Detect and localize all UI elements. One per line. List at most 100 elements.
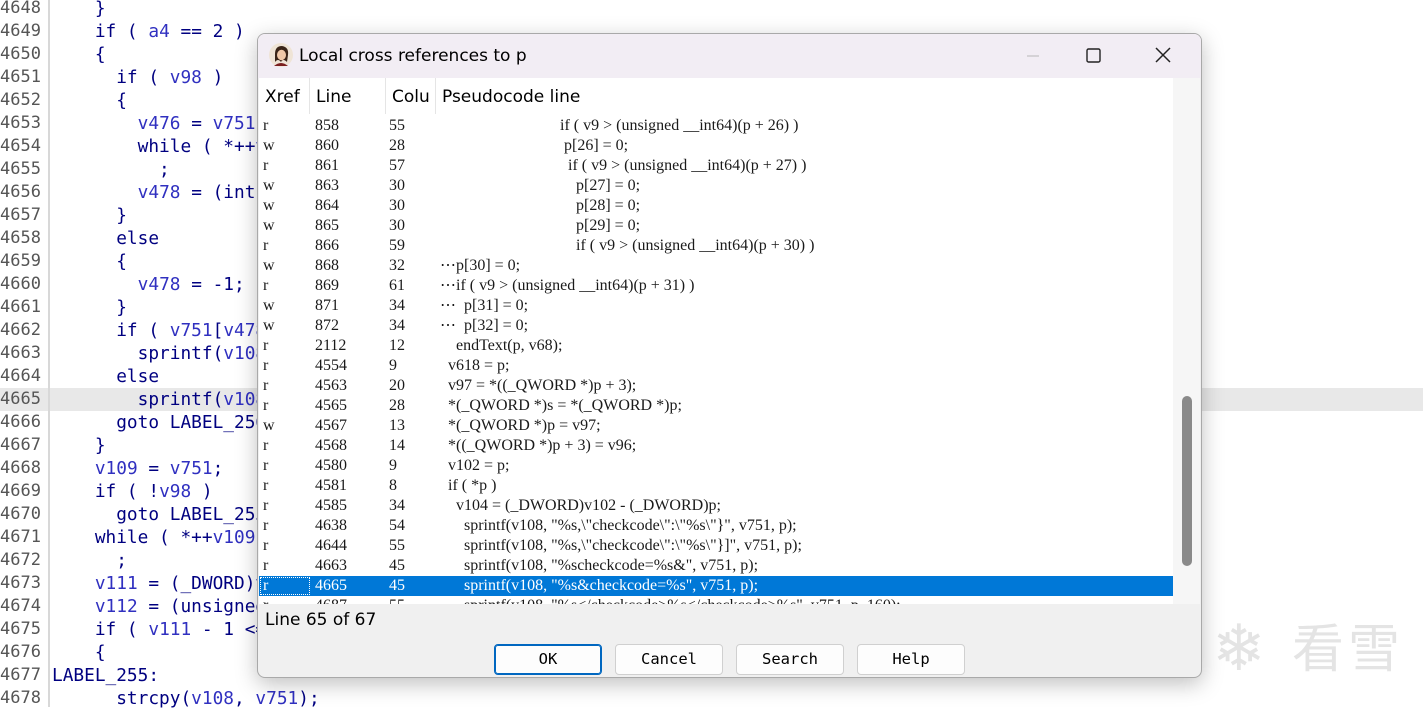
- code-text[interactable]: v478 = (int)v: [52, 181, 277, 204]
- code-text[interactable]: if ( a4 == 2 ): [52, 20, 245, 43]
- maximize-button[interactable]: [1070, 34, 1116, 78]
- pseudocode-cell: v104 = (_DWORD)v102 - (_DWORD)p;: [440, 497, 721, 514]
- code-line[interactable]: 4648 }: [0, 0, 1423, 20]
- pseudocode-cell: endText(p, v68);: [440, 337, 563, 354]
- pseudocode-cell: *(_QWORD *)s = *(_QWORD *)p;: [440, 397, 682, 414]
- xref-type-cell: r: [263, 157, 269, 174]
- code-text[interactable]: if ( v751[v478]: [52, 319, 277, 342]
- column-header-xref[interactable]: Xref: [259, 78, 310, 114]
- xref-row[interactable]: w 871 34 ⋯ p[31] = 0;: [259, 296, 1173, 316]
- code-text[interactable]: goto LABEL_255;: [52, 503, 277, 526]
- xref-type-cell: r: [263, 457, 269, 474]
- code-text[interactable]: goto LABEL_256;: [52, 411, 277, 434]
- xref-row[interactable]: w 865 30 p[29] = 0;: [259, 216, 1173, 236]
- xref-row[interactable]: w 863 30 p[27] = 0;: [259, 176, 1173, 196]
- code-text[interactable]: if ( v98 ): [52, 66, 223, 89]
- line-number: 4661: [0, 297, 41, 317]
- xref-row-selected[interactable]: r 4665 45 sprintf(v108, "%s&checkcode=%s",…: [259, 576, 1173, 596]
- scrollbar-thumb[interactable]: [1182, 396, 1192, 566]
- xref-type-cell: r: [263, 477, 269, 494]
- code-text[interactable]: {: [52, 43, 106, 66]
- xref-type-cell: r: [263, 437, 269, 454]
- search-button[interactable]: Search: [736, 644, 844, 675]
- xref-row[interactable]: r 861 57 if ( v9 > (unsigned __int64)(p + …: [259, 156, 1173, 176]
- xref-row[interactable]: r 4638 54 sprintf(v108, "%s,\"checkcode\":…: [259, 516, 1173, 536]
- pseudocode-cell: if ( v9 > (unsigned __int64)(p + 26) ): [440, 117, 799, 134]
- code-text[interactable]: else: [52, 227, 159, 250]
- xref-row[interactable]: w 4567 13 *(_QWORD *)p = v97;: [259, 416, 1173, 436]
- pseudocode-cell: sprintf(v108, "%s</checkcode>%s</checkco…: [440, 596, 901, 604]
- column-header-pseudocode[interactable]: Pseudocode line: [436, 78, 1173, 114]
- code-text[interactable]: ;: [52, 549, 127, 572]
- line-cell: 4554: [315, 357, 347, 374]
- code-text[interactable]: LABEL_255:: [52, 664, 159, 687]
- xref-type-cell: r: [263, 357, 269, 374]
- line-cell: 865: [315, 217, 339, 234]
- line-number: 4677: [0, 665, 41, 685]
- xref-dialog: Local cross references to p Xref Line Co…: [257, 33, 1202, 678]
- xref-row[interactable]: r 4687 55 sprintf(v108, "%s</checkcode>%s<…: [259, 596, 1173, 604]
- cancel-button[interactable]: Cancel: [615, 644, 723, 675]
- ok-button[interactable]: OK: [494, 644, 602, 675]
- column-cell: 55: [389, 596, 405, 604]
- code-text[interactable]: }: [52, 204, 127, 227]
- vertical-scrollbar[interactable]: [1173, 78, 1200, 604]
- code-text[interactable]: }: [52, 296, 127, 319]
- code-text[interactable]: if ( v111 - 1 <=: [52, 618, 266, 641]
- code-text[interactable]: if ( !v98 ): [52, 480, 213, 503]
- xref-row[interactable]: r 4663 45 sprintf(v108, "%scheckcode=%s&",…: [259, 556, 1173, 576]
- code-text[interactable]: else: [52, 365, 159, 388]
- xref-row[interactable]: w 860 28 p[26] = 0;: [259, 136, 1173, 156]
- line-cell: 4687: [315, 596, 347, 604]
- help-button[interactable]: Help: [857, 644, 965, 675]
- minimize-button[interactable]: [1010, 34, 1056, 78]
- xref-type-cell: w: [263, 137, 275, 154]
- column-header-line[interactable]: Line: [310, 78, 386, 114]
- close-button[interactable]: [1140, 34, 1186, 78]
- xref-row[interactable]: r 869 61 ⋯if ( v9 > (unsigned __int64)(p + …: [259, 276, 1173, 296]
- focus-outline: [260, 577, 310, 595]
- line-number: 4655: [0, 159, 41, 179]
- code-text[interactable]: v111 = (_DWORD)v1: [52, 572, 277, 595]
- code-text[interactable]: while ( *++v4: [52, 135, 277, 158]
- code-text[interactable]: while ( *++v109 ): [52, 526, 277, 549]
- xref-row[interactable]: r 4565 28 *(_QWORD *)s = *(_QWORD *)p;: [259, 396, 1173, 416]
- code-text[interactable]: sprintf(v108,: [52, 388, 277, 411]
- xref-row[interactable]: w 868 32 ⋯p[30] = 0;: [259, 256, 1173, 276]
- code-text[interactable]: ;: [52, 158, 170, 181]
- code-text[interactable]: }: [52, 434, 106, 457]
- column-cell: 34: [389, 497, 405, 514]
- xref-row[interactable]: r 4568 14 *((_QWORD *)p + 3) = v96;: [259, 436, 1173, 456]
- code-text[interactable]: v476 = v751;: [52, 112, 267, 135]
- code-text[interactable]: {: [52, 641, 106, 664]
- column-cell: 13: [389, 417, 405, 434]
- column-header-column[interactable]: Colu: [386, 78, 436, 114]
- code-text[interactable]: }: [52, 0, 106, 20]
- xref-row[interactable]: w 864 30 p[28] = 0;: [259, 196, 1173, 216]
- xref-row[interactable]: r 4563 20 v97 = *((_QWORD *)p + 3);: [259, 376, 1173, 396]
- xref-row[interactable]: r 866 59 if ( v9 > (unsigned __int64)(p + …: [259, 236, 1173, 256]
- code-text[interactable]: v478 = -1;: [52, 273, 245, 296]
- pseudocode-cell: p[29] = 0;: [440, 217, 641, 234]
- code-text[interactable]: {: [52, 250, 127, 273]
- xref-list[interactable]: Xref Line Colu Pseudocode line r 858 55 if…: [259, 78, 1173, 604]
- xref-type-cell: r: [263, 337, 269, 354]
- xref-row[interactable]: w 872 34 ⋯ p[32] = 0;: [259, 316, 1173, 336]
- code-text[interactable]: sprintf(v108,: [52, 342, 277, 365]
- xref-row[interactable]: r 4554 9 v618 = p;: [259, 356, 1173, 376]
- pseudocode-cell: p[28] = 0;: [440, 197, 641, 214]
- xref-type-cell: w: [263, 197, 275, 214]
- code-text[interactable]: {: [52, 89, 127, 112]
- xref-row[interactable]: r 858 55 if ( v9 > (unsigned __int64)(p + …: [259, 116, 1173, 136]
- xref-row[interactable]: r 4585 34 v104 = (_DWORD)v102 - (_DWORD)p;: [259, 496, 1173, 516]
- column-cell: 34: [389, 297, 405, 314]
- code-text[interactable]: v112 = (unsigned: [52, 595, 266, 618]
- dialog-titlebar[interactable]: Local cross references to p: [258, 34, 1201, 78]
- xref-row[interactable]: r 4581 8 if ( *p ): [259, 476, 1173, 496]
- xref-type-cell: r: [263, 397, 269, 414]
- xref-row[interactable]: r 4644 55 sprintf(v108, "%s,\"checkcode\":…: [259, 536, 1173, 556]
- xref-row[interactable]: r 2112 12 endText(p, v68);: [259, 336, 1173, 356]
- code-text[interactable]: v109 = v751;: [52, 457, 224, 480]
- xref-row[interactable]: r 4580 9 v102 = p;: [259, 456, 1173, 476]
- pseudocode-cell: p[27] = 0;: [440, 177, 641, 194]
